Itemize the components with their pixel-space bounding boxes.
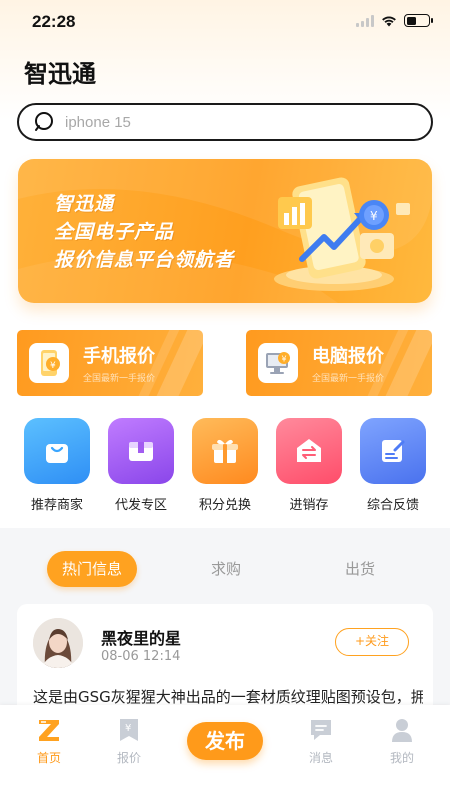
quick-action-recommended-merchants[interactable]: 推荐商家 [17,418,97,513]
tab-hot-info[interactable]: 热门信息 [47,551,137,587]
tab-shipment[interactable]: 出货 [320,551,400,587]
nav-profile[interactable]: 我的 [372,717,432,766]
status-icons [356,14,433,27]
post-body-text: 这是由GSG灰猩猩大神出品的一套材质纹理贴图预设包，拥 [33,688,423,706]
shopping-bag-icon [24,418,90,484]
quick-action-label: 进销存 [289,498,329,513]
status-time: 22:28 [32,12,76,31]
banner-line-2: 全国电子产品 [54,221,175,243]
phone-chart-illustration: ¥ [274,177,410,291]
quick-action-label: 推荐商家 [30,498,83,513]
quick-action-inventory[interactable]: 进销存 [269,418,349,513]
tab-purchase-request[interactable]: 求购 [186,551,266,587]
phone-price-subtitle: 全国最新一手报价 [83,374,156,384]
battery-icon [404,14,433,27]
quick-action-dropship-zone[interactable]: 代发专区 [101,418,181,513]
quick-action-label: 积分兑换 [198,498,251,513]
phone-price-card[interactable]: ¥ 手机报价 全国最新一手报价 [17,330,203,396]
nav-label: 首页 [36,751,61,765]
home-z-icon [19,717,79,743]
banner-line-3: 报价信息平台领航者 [54,249,235,271]
exchange-icon [276,418,342,484]
svg-text:¥: ¥ [370,209,378,223]
publish-button[interactable]: 发布 [187,722,263,760]
edit-note-icon [360,418,426,484]
nav-home[interactable]: 首页 [19,717,79,766]
nav-messages[interactable]: 消息 [291,717,351,766]
price-tag-icon: ¥ [99,717,159,743]
search-icon [35,112,53,131]
computer-price-card[interactable]: ¥ 电脑报价 全国最新一手报价 [246,330,432,396]
svg-text:¥: ¥ [125,723,131,734]
package-icon [108,418,174,484]
user-icon [372,717,432,743]
bottom-navigation: 首页 ¥ 报价 发布 消息 我的 [0,705,450,800]
svg-text:¥: ¥ [282,355,287,364]
nav-price[interactable]: ¥ 报价 [99,717,159,766]
post-author-name[interactable]: 黑夜里的星 [101,625,181,649]
nav-label: 报价 [116,751,141,765]
quick-action-label: 综合反馈 [366,498,419,513]
phone-price-title: 手机报价 [83,346,155,367]
post-timestamp: 08-06 12:14 [101,649,181,664]
avatar[interactable] [33,618,83,668]
phone-price-icon: ¥ [29,343,69,383]
computer-price-icon: ¥ [258,343,298,383]
quick-action-label: 代发专区 [114,498,167,513]
banner-line-1: 智迅通 [54,193,115,215]
gift-icon [192,418,258,484]
promo-banner[interactable]: 智迅通 全国电子产品 报价信息平台领航者 ¥ [18,159,432,303]
svg-text:¥: ¥ [50,361,56,371]
status-bar: 22:28 [0,0,450,44]
quick-action-feedback[interactable]: 综合反馈 [353,418,433,513]
computer-price-subtitle: 全国最新一手报价 [312,374,385,384]
follow-button[interactable]: +关注 [335,628,409,656]
nav-label: 我的 [389,751,414,765]
nav-label: 消息 [308,751,333,765]
quick-action-points-exchange[interactable]: 积分兑换 [185,418,265,513]
signal-icon [356,14,374,27]
message-icon [291,717,351,743]
search-bar[interactable] [17,103,433,141]
search-input[interactable] [65,113,405,131]
computer-price-title: 电脑报价 [312,346,384,367]
app-title: 智迅通 [24,60,96,88]
wifi-icon [382,15,396,26]
